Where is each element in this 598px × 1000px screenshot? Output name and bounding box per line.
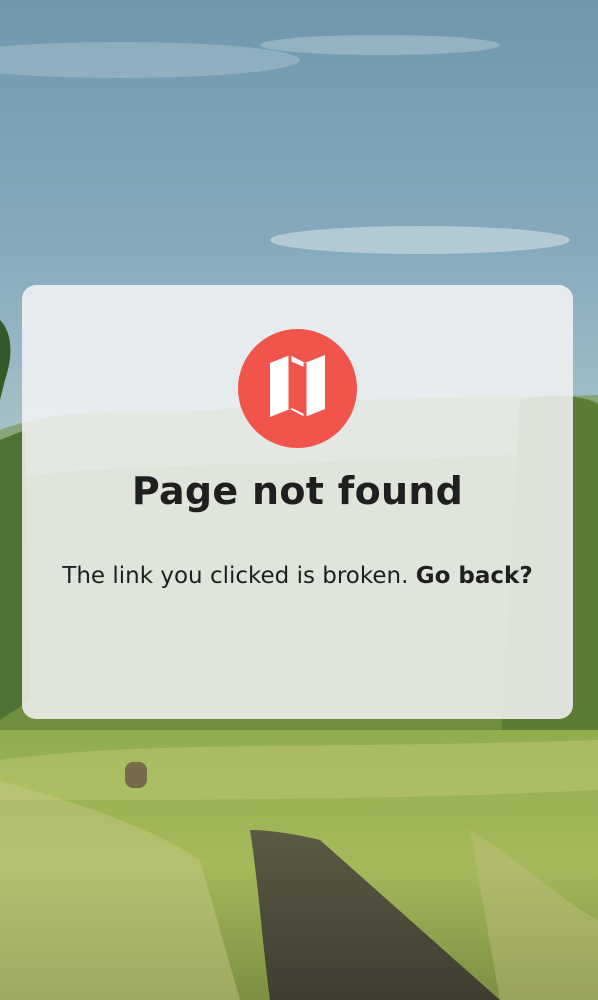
folded-map-icon [238, 329, 357, 448]
not-found-page: Page not found The link you clicked is b… [0, 0, 598, 1000]
error-message-text: The link you clicked is broken. [62, 563, 409, 589]
error-card: Page not found The link you clicked is b… [22, 285, 573, 719]
error-message: The link you clicked is broken. Go back? [62, 555, 533, 598]
page-title: Page not found [131, 469, 464, 513]
go-back-link[interactable]: Go back? [416, 563, 533, 589]
